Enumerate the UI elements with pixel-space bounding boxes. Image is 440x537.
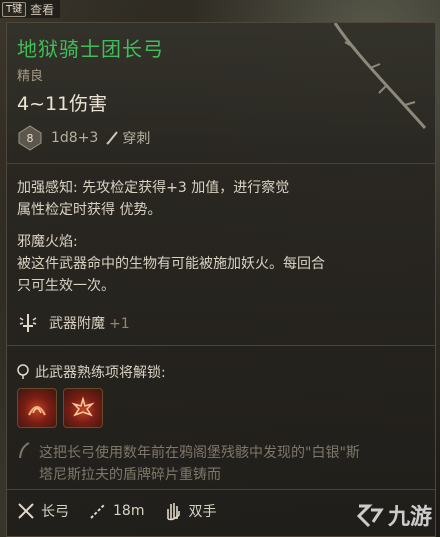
unlock-icon <box>17 364 29 379</box>
proficiency-label: 此武器熟练项将解锁: <box>35 365 166 381</box>
enchant-bonus: +1 <box>109 316 130 332</box>
die-label: 8 <box>27 132 34 145</box>
item-name: 地狱骑士团长弓 <box>17 37 164 61</box>
weapon-range: 18m <box>89 502 144 520</box>
passive-body-line1: 被这件武器命中的生物有可能被施加妖火。每回合 <box>17 256 325 272</box>
inspect-hint: T键 查看 <box>0 0 61 18</box>
passive-title: 加强感知: <box>17 180 78 196</box>
passive-title: 邪魔火焰: <box>17 234 78 250</box>
hand-icon <box>167 503 181 521</box>
dice-formula: 1d8+3 <box>51 130 99 146</box>
weapon-hands: 双手 <box>164 501 216 521</box>
enchant-label: 武器附魔 <box>49 316 105 332</box>
weapon-type: 长弓 <box>17 501 69 521</box>
enchantment-row: 武器附魔 +1 <box>17 312 130 334</box>
flavor-line2: 塔尼斯拉夫的盾牌碎片重铸而 <box>39 467 221 483</box>
item-tooltip: 地狱骑士团长弓 精良 4~11伤害 8 1d8+3 穿刺 加强感知: 先攻检定获… <box>6 22 436 537</box>
passive-body-line2: 只可生效一次。 <box>17 278 115 294</box>
range-icon <box>90 503 106 519</box>
flavor-text: 这把长弓使用数年前在鸦阁堡残骸中发现的"白银"斯 塔尼斯拉夫的盾牌碎片重铸而 <box>17 442 407 486</box>
thorn-decoration-icon <box>333 23 427 129</box>
logo-icon <box>356 504 384 528</box>
weapon-type-label: 长弓 <box>41 504 69 520</box>
divider <box>7 163 435 164</box>
passive-body-line1: 先攻检定获得+3 加值，进行察觉 <box>82 180 290 196</box>
piercing-icon <box>106 131 119 145</box>
passive-body-line2: 属性检定时获得 优势。 <box>17 202 162 218</box>
dice-row: 8 1d8+3 穿刺 <box>17 125 150 151</box>
t-key-badge: T键 <box>2 1 27 17</box>
inspect-label: 查看 <box>30 2 55 17</box>
action-button[interactable] <box>63 388 103 428</box>
flame-arrow-icon <box>28 406 46 416</box>
enchant-sword-icon <box>19 314 37 332</box>
passive-hellfire: 邪魔火焰: 被这件武器命中的生物有可能被施加妖火。每回合 只可生效一次。 <box>17 231 423 297</box>
proficiency-unlock: 此武器熟练项将解锁: <box>17 362 166 382</box>
weapon-properties: 长弓 18m 双手 <box>17 501 216 521</box>
damage-type: 穿刺 <box>106 128 150 148</box>
crossed-weapons-icon <box>18 503 34 519</box>
fire-burst-icon <box>71 396 95 417</box>
weapon-range-label: 18m <box>113 503 145 519</box>
divider <box>7 489 435 490</box>
site-watermark: 九游 <box>355 499 432 531</box>
item-rarity: 精良 <box>17 69 44 84</box>
action-button[interactable] <box>17 388 57 428</box>
damage-range: 4~11伤害 <box>17 93 108 115</box>
damage-type-label: 穿刺 <box>122 131 151 147</box>
d8-die-icon: 8 <box>18 125 42 151</box>
unlocked-actions <box>17 388 103 428</box>
watermark-text: 九游 <box>387 505 432 530</box>
passive-keen-senses: 加强感知: 先攻检定获得+3 加值，进行察觉 属性检定时获得 优势。 <box>17 177 423 221</box>
weapon-hands-label: 双手 <box>188 504 217 520</box>
flavor-line1: 这把长弓使用数年前在鸦阁堡残骸中发现的"白银"斯 <box>39 445 360 461</box>
divider <box>7 345 435 346</box>
quill-icon <box>19 442 30 459</box>
